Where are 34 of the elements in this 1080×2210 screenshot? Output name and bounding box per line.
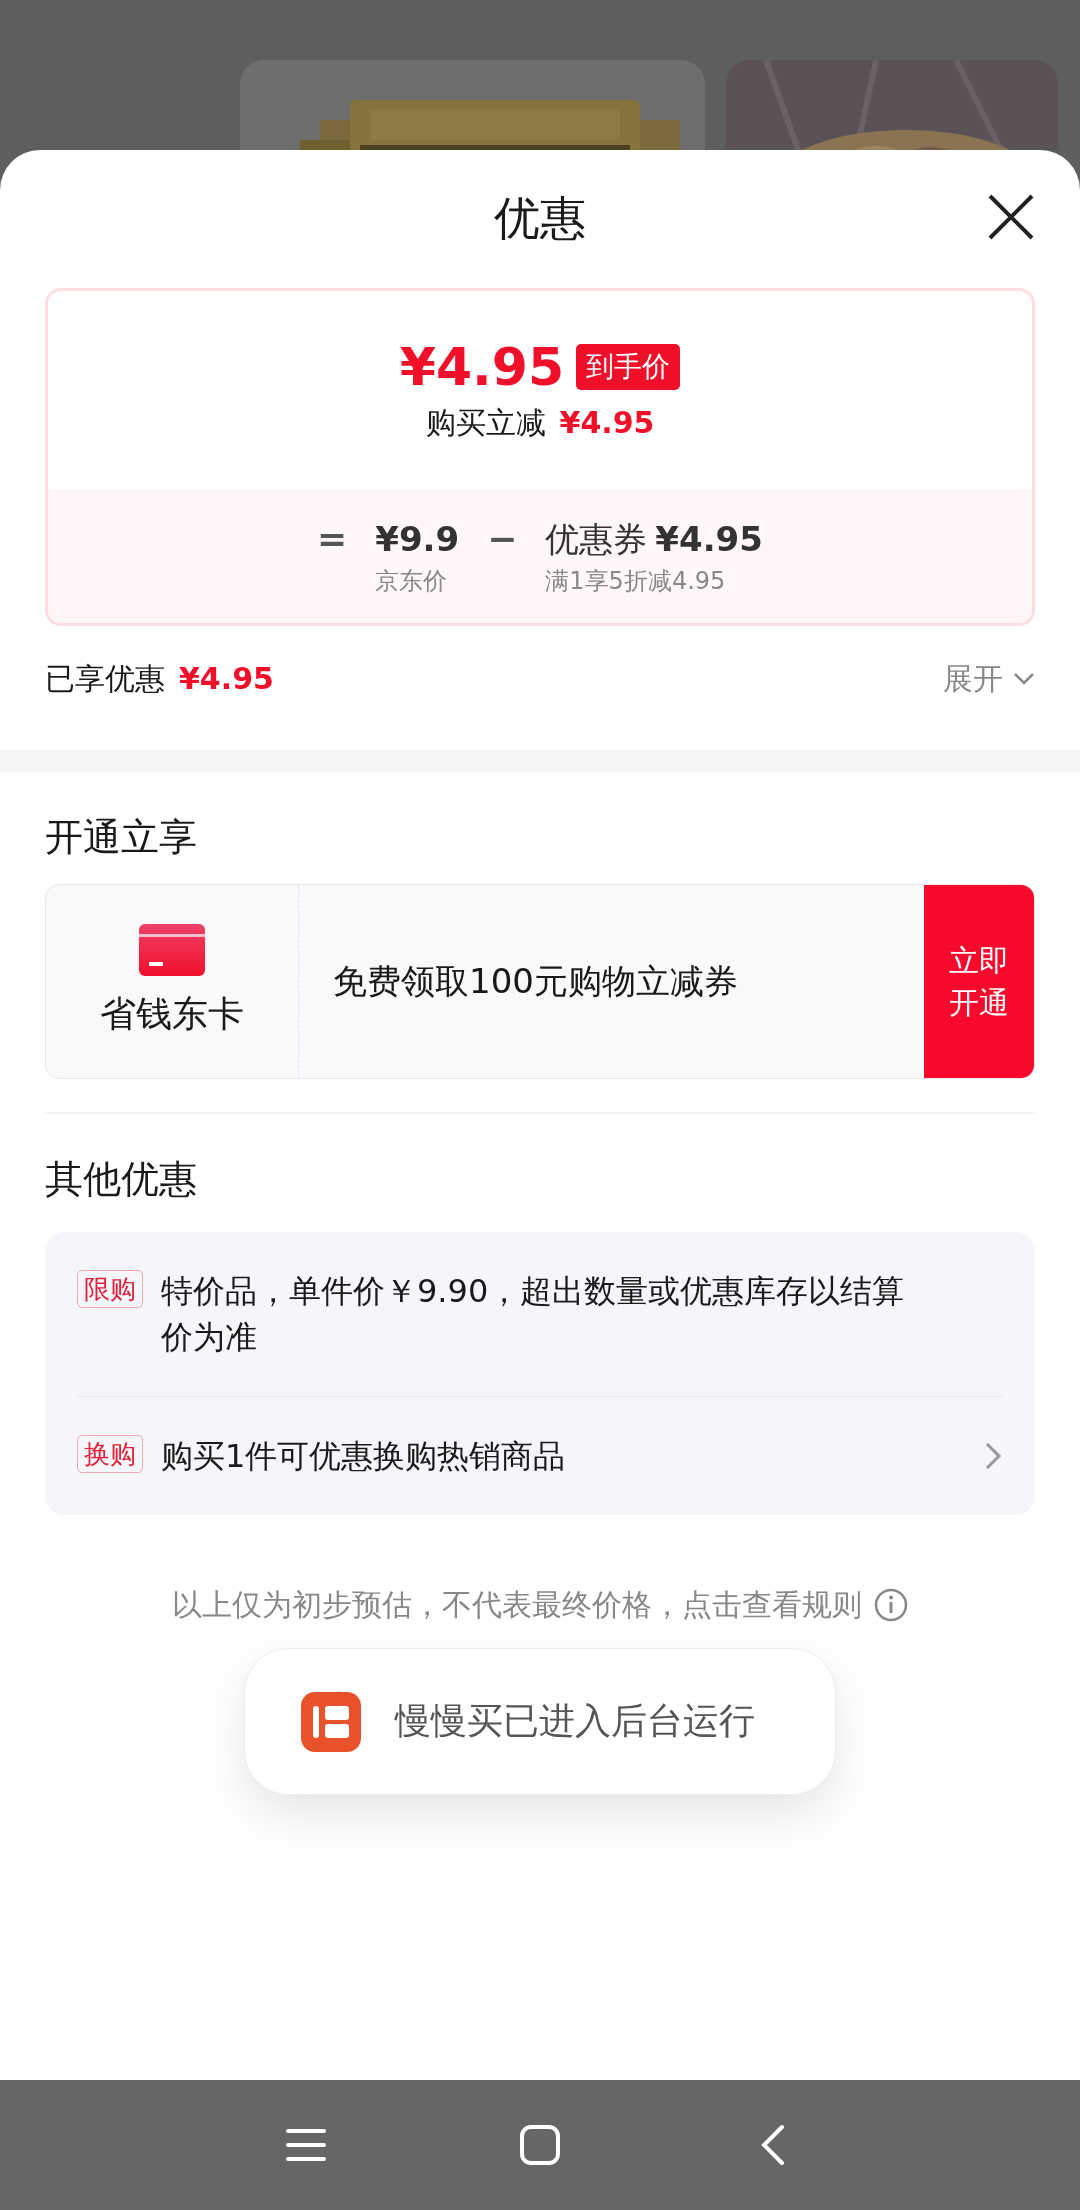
offer-tag: 限购 <box>77 1269 143 1308</box>
final-price: ¥4.95 <box>399 336 565 397</box>
offer-tag: 换购 <box>77 1434 143 1473</box>
membership-card[interactable]: 省钱东卡 免费领取100元购物立减券 立即开通 <box>45 884 1035 1079</box>
section-heading: 其他优惠 <box>44 1155 198 1202</box>
operator-sign: − <box>487 517 518 561</box>
section-heading: 开通立享 <box>44 814 198 860</box>
enjoyed-label: 已享优惠 <box>45 659 165 698</box>
chevron-down-icon[interactable] <box>1013 672 1035 686</box>
home-icon[interactable] <box>518 2123 562 2167</box>
term-caption: 满1享5折减4.95 <box>545 566 727 597</box>
card-name: 省钱东卡 <box>100 992 244 1036</box>
activate-button[interactable]: 立即开通 <box>924 885 1034 1078</box>
offer-description: 购买1件可优惠换购热销商品 <box>161 1435 567 1477</box>
term-label: 优惠券 <box>545 518 648 561</box>
sheet-title: 优惠 <box>494 190 586 247</box>
disclaimer-text[interactable]: 以上仅为初步预估，不代表最终价格，点击查看规则 <box>172 1584 862 1626</box>
term-value: ¥9.9 <box>375 518 460 561</box>
chevron-right-icon[interactable] <box>983 1440 1003 1471</box>
info-icon[interactable] <box>874 1588 908 1622</box>
card-icon <box>139 924 205 976</box>
app-icon <box>301 1691 361 1752</box>
offer-text: 免费领取100元购物立减券 <box>333 959 738 1003</box>
offer-description: 特价品，单件价￥9.90，超出数量或优惠库存以结算价为准 <box>161 1270 906 1358</box>
toast-message: 慢慢买已进入后台运行 <box>395 1699 755 1743</box>
reduction-amount: ¥4.95 <box>559 404 655 440</box>
close-icon[interactable] <box>988 194 1034 240</box>
enjoyed-amount: ¥4.95 <box>179 660 274 696</box>
operator-sign: = <box>317 517 348 561</box>
expand-button[interactable]: 展开 <box>943 658 1035 700</box>
term-value: ¥4.95 <box>655 518 763 561</box>
reduction-label: 购买立减 <box>425 403 546 442</box>
term-caption: 京东价 <box>375 566 449 597</box>
final-price-badge: 到手价 <box>576 343 681 390</box>
